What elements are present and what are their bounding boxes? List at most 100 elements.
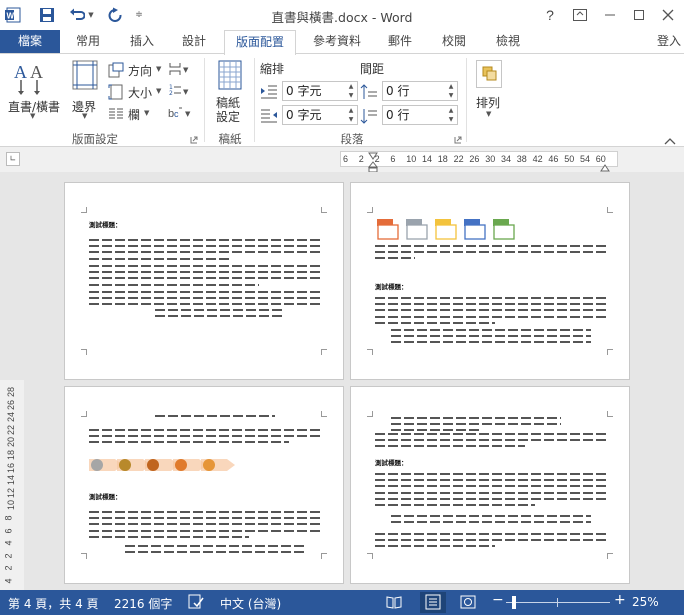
vertical-ruler-tick: 2: [3, 553, 14, 559]
text-line: [391, 341, 591, 344]
tab-references[interactable]: 參考資料: [304, 30, 370, 54]
status-bar: 第 4 頁，共 4 頁 2216 個字 中文 (台灣) − + 25%: [0, 590, 684, 615]
svg-text:▼: ▼: [183, 88, 189, 96]
zoom-out-button[interactable]: −: [492, 592, 504, 608]
page-margin-corner: [321, 349, 327, 355]
language-status[interactable]: 中文 (台灣): [220, 595, 281, 612]
maximize-button[interactable]: [630, 6, 648, 24]
text-line: [89, 441, 289, 444]
indent-left-icon: [261, 85, 277, 99]
document-page-2[interactable]: 測試標題：: [350, 182, 630, 380]
minimize-button[interactable]: [601, 6, 619, 24]
vertical-ruler[interactable]: 4 2 2 4 6 8 10 12 14 16 18 20 22 24 26 28: [0, 380, 24, 590]
ruler-tick: 38: [516, 154, 527, 164]
indent-right-down-icon: ▼: [348, 116, 354, 123]
tab-mailings[interactable]: 郵件: [378, 30, 422, 54]
size-button[interactable]: 大小 ▼: [108, 82, 162, 102]
line-numbers-button[interactable]: 1 2 ▼: [168, 82, 196, 102]
tab-view[interactable]: 檢視: [486, 30, 530, 54]
word-count-status[interactable]: 2216 個字: [114, 595, 172, 612]
zoom-slider-thumb[interactable]: [512, 596, 516, 609]
print-layout-icon[interactable]: [420, 592, 446, 613]
tab-layout[interactable]: 版面配置: [224, 30, 296, 55]
text-line: [89, 257, 229, 260]
zoom-slider[interactable]: [506, 602, 610, 603]
text-line: [375, 309, 607, 312]
document-page-4[interactable]: 測試標題：: [350, 386, 630, 584]
ruler-tick: 2: [358, 154, 364, 164]
text-line: [89, 523, 321, 526]
spacing-after-up-icon: ▲: [448, 107, 454, 114]
manuscript-label: 稿紙 設定: [216, 96, 241, 124]
ribbon-display-options-icon[interactable]: [571, 6, 589, 24]
vertical-ruler-tick: 10: [6, 500, 17, 511]
page-count-status[interactable]: 第 4 頁，共 4 頁: [8, 595, 99, 612]
indent-left-down-icon: ▼: [348, 92, 354, 99]
orientation-button[interactable]: 方向 ▼: [108, 60, 162, 80]
ruler-tick: 30: [485, 154, 496, 164]
breaks-button[interactable]: ▼: [168, 60, 196, 80]
ruler-bar: ∟ 6 2 2 6 10 14 18 22 26 30 34 38 42 46 50 54 60: [0, 147, 684, 173]
vertical-ruler-tick: 4: [3, 540, 14, 546]
spacing-before-up-icon: ▲: [448, 83, 454, 90]
help-button[interactable]: ?: [541, 6, 559, 24]
size-icon: [108, 84, 123, 100]
close-button[interactable]: [659, 6, 677, 24]
process-arrow-shape: [89, 457, 123, 473]
tab-insert[interactable]: 插入: [120, 30, 164, 54]
line-numbers-icon: 12 ▼: [169, 84, 189, 97]
ruler-tick: 14: [422, 154, 433, 164]
text-line: [375, 303, 607, 306]
read-mode-icon[interactable]: [386, 594, 402, 613]
hyphenation-icon: b c ▼: [168, 107, 191, 120]
indent-left-input[interactable]: 0 字元 ▲ ▼: [282, 81, 358, 101]
vertical-ruler-tick: 16: [6, 462, 17, 473]
tab-file[interactable]: 檔案: [0, 30, 60, 54]
manuscript-setup-button[interactable]: 稿紙 設定: [210, 58, 250, 126]
web-layout-icon[interactable]: [460, 594, 476, 613]
page-heading: 測試標題：: [375, 283, 408, 291]
tab-home[interactable]: 常用: [66, 30, 110, 54]
text-line: [391, 515, 591, 517]
margins-button[interactable]: 邊界 ▼: [66, 58, 104, 126]
horizontal-ruler[interactable]: 6 2 2 6 10 14 18 22 26 30 34 38 42 46 50 54 60: [340, 151, 618, 167]
text-line: [375, 297, 607, 299]
tab-design[interactable]: 設計: [172, 30, 216, 54]
vertical-ruler-tick: 18: [6, 449, 17, 461]
process-arrow-shape: [201, 457, 235, 473]
vertical-ruler-tick: 24: [6, 412, 17, 423]
columns-label: 欄: [128, 108, 141, 122]
zoom-center-mark: [557, 598, 558, 607]
ruler-tick: 26: [469, 154, 480, 164]
vertical-ruler-tick: 26: [6, 399, 17, 410]
page-setup-launcher-icon[interactable]: [190, 133, 198, 144]
page-margin-corner: [367, 349, 373, 355]
tab-review[interactable]: 校閱: [432, 30, 476, 54]
smartart-tab-shape: [493, 219, 515, 240]
tab-selector-button[interactable]: ∟: [6, 152, 20, 166]
spacing-after-input[interactable]: 0 行 ▲ ▼: [382, 105, 458, 125]
hyphenation-button[interactable]: b c ▼: [168, 104, 196, 124]
vertical-ruler-tick: 14: [6, 475, 17, 486]
zoom-in-button[interactable]: +: [614, 592, 626, 608]
indent-right-input[interactable]: 0 字元 ▲ ▼: [282, 105, 358, 125]
document-page-1[interactable]: 測試標題：: [64, 182, 344, 380]
document-page-3[interactable]: 測試標題：: [64, 386, 344, 584]
ribbon: AA 直書/橫書 ▼ 邊界 ▼ 方向 ▼ 大小 ▼ 欄 ▼ ▼ 1 2 ▼ b c ▼ …: [0, 53, 684, 147]
text-line: [375, 545, 495, 548]
columns-button[interactable]: 欄 ▼: [108, 104, 162, 124]
size-label: 大小: [128, 86, 153, 100]
text-line: [125, 545, 305, 547]
paragraph-launcher-icon[interactable]: [454, 133, 462, 144]
process-arrow-shape: [117, 457, 151, 473]
proofing-icon[interactable]: [188, 594, 204, 613]
text-direction-button[interactable]: AA 直書/橫書 ▼: [4, 58, 62, 126]
collapse-ribbon-icon[interactable]: [664, 134, 676, 145]
page-margin-corner: [607, 349, 613, 355]
sign-in-link[interactable]: 登入: [654, 30, 684, 54]
zoom-level[interactable]: 25%: [632, 595, 659, 609]
page-margin-corner: [367, 411, 373, 417]
spacing-before-input[interactable]: 0 行 ▲ ▼: [382, 81, 458, 101]
arrange-button[interactable]: 排列 ▼: [472, 58, 506, 126]
text-line: [89, 265, 321, 267]
